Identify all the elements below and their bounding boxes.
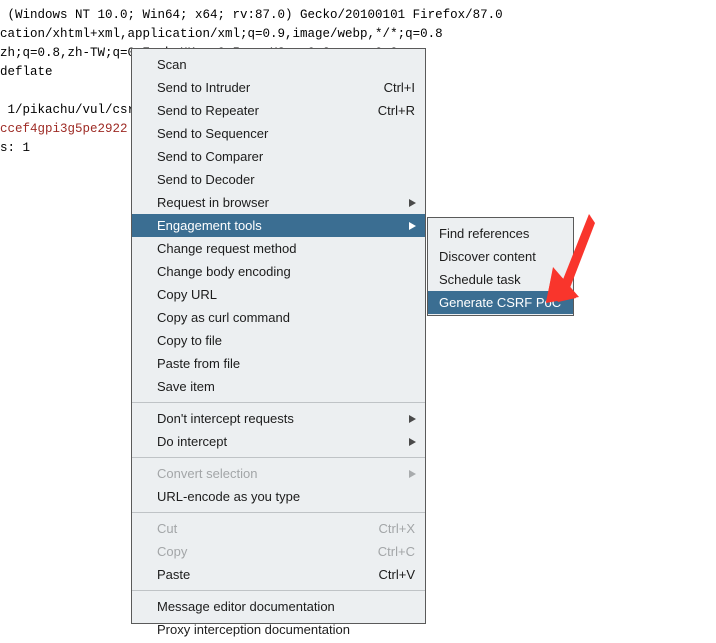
menu-item[interactable]: Change body encoding: [132, 260, 425, 283]
menu-item-label: Send to Comparer: [157, 149, 264, 164]
menu-item[interactable]: Paste from file: [132, 352, 425, 375]
menu-item-label: Send to Repeater: [157, 103, 259, 118]
menu-item: Convert selection: [132, 462, 425, 485]
menu-item-label: Discover content: [439, 249, 536, 264]
menu-item-label: Copy: [157, 544, 188, 559]
menu-separator: [132, 512, 425, 513]
menu-item-label: Do intercept: [157, 434, 228, 449]
menu-item-label: URL-encode as you type: [157, 489, 301, 504]
menu-item-label: Change body encoding: [157, 264, 291, 279]
request-text-line: cation/xhtml+xml,application/xml;q=0.9,i…: [0, 27, 443, 41]
menu-item-label: Copy as curl command: [157, 310, 290, 325]
menu-item[interactable]: Send to Decoder: [132, 168, 425, 191]
menu-item-label: Paste from file: [157, 356, 241, 371]
engagement-tools-submenu[interactable]: Find references Discover content Schedule …: [427, 217, 574, 316]
menu-item[interactable]: Discover content: [428, 245, 573, 268]
menu-item-label: Convert selection: [157, 466, 258, 481]
menu-item-label: Change request method: [157, 241, 297, 256]
menu-item-shortcut: Ctrl+C: [377, 544, 415, 559]
menu-item[interactable]: Schedule task: [428, 268, 573, 291]
menu-item-label: Send to Intruder: [157, 80, 251, 95]
menu-item-label: Copy to file: [157, 333, 223, 348]
menu-item-shortcut: Ctrl+R: [377, 103, 415, 118]
menu-item[interactable]: Copy URL: [132, 283, 425, 306]
submenu-arrow-icon: [409, 437, 416, 446]
menu-item[interactable]: Request in browser: [132, 191, 425, 214]
menu-item[interactable]: Engagement tools: [132, 214, 425, 237]
menu-item-label: Paste: [157, 567, 191, 582]
menu-item: Copy Ctrl+C: [132, 540, 425, 563]
menu-separator: [132, 402, 425, 403]
menu-item-label: Message editor documentation: [157, 599, 335, 614]
menu-item[interactable]: Find references: [428, 222, 573, 245]
menu-item[interactable]: Send to Comparer: [132, 145, 425, 168]
menu-item-label: Save item: [157, 379, 215, 394]
menu-item[interactable]: Send to Sequencer: [132, 122, 425, 145]
menu-separator: [132, 457, 425, 458]
menu-item[interactable]: Send to Intruder Ctrl+I: [132, 76, 425, 99]
menu-item-label: Schedule task: [439, 272, 521, 287]
menu-item-shortcut: Ctrl+X: [378, 521, 415, 536]
submenu-arrow-icon: [409, 469, 416, 478]
menu-item[interactable]: Copy as curl command: [132, 306, 425, 329]
menu-item[interactable]: Do intercept: [132, 430, 425, 453]
menu-item: Cut Ctrl+X: [132, 517, 425, 540]
menu-item[interactable]: Proxy interception documentation: [132, 618, 425, 641]
menu-item[interactable]: Generate CSRF PoC: [428, 291, 573, 314]
menu-item-label: Request in browser: [157, 195, 269, 210]
menu-item-label: Proxy interception documentation: [157, 622, 350, 637]
menu-item-label: Scan: [157, 57, 187, 72]
menu-item[interactable]: Change request method: [132, 237, 425, 260]
menu-item[interactable]: Don't intercept requests: [132, 407, 425, 430]
menu-item-label: Send to Decoder: [157, 172, 255, 187]
request-text-line: (Windows NT 10.0; Win64; x64; rv:87.0) G…: [0, 8, 503, 22]
menu-item[interactable]: Send to Repeater Ctrl+R: [132, 99, 425, 122]
menu-item[interactable]: Message editor documentation: [132, 595, 425, 618]
menu-item-label: Engagement tools: [157, 218, 262, 233]
menu-item-label: Don't intercept requests: [157, 411, 294, 426]
menu-item-shortcut: Ctrl+I: [383, 80, 415, 95]
submenu-arrow-icon: [409, 198, 416, 207]
menu-item-label: Send to Sequencer: [157, 126, 269, 141]
menu-item[interactable]: Scan: [132, 53, 425, 76]
menu-item[interactable]: Save item: [132, 375, 425, 398]
menu-item[interactable]: URL-encode as you type: [132, 485, 425, 508]
menu-item-label: Cut: [157, 521, 178, 536]
menu-item-label: Copy URL: [157, 287, 217, 302]
menu-item[interactable]: Paste Ctrl+V: [132, 563, 425, 586]
menu-item-shortcut: Ctrl+V: [378, 567, 415, 582]
menu-separator: [132, 590, 425, 591]
submenu-arrow-icon: [409, 221, 416, 230]
menu-item[interactable]: Copy to file: [132, 329, 425, 352]
request-context-menu[interactable]: Scan Send to Intruder Ctrl+I Send to Repeat…: [131, 48, 426, 637]
menu-item-label: Generate CSRF PoC: [439, 295, 562, 310]
submenu-arrow-icon: [409, 414, 416, 423]
menu-item-label: Find references: [439, 226, 530, 241]
